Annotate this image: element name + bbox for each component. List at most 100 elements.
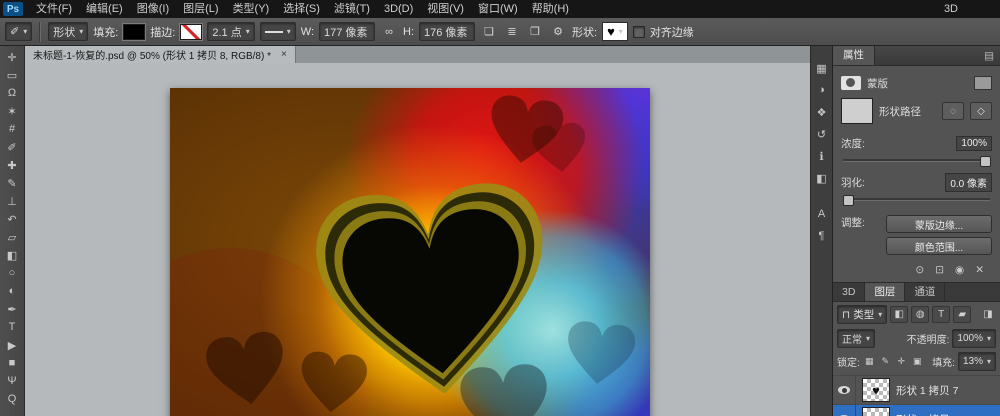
link-dimensions-icon[interactable]: ∞ xyxy=(380,23,398,40)
dodge-tool[interactable]: ◐ xyxy=(0,282,25,300)
move-tool[interactable]: ✛ xyxy=(0,48,25,66)
menu-item-select[interactable]: 选择(S) xyxy=(276,0,327,18)
density-value[interactable]: 100% xyxy=(956,136,992,151)
panel-menu-icon[interactable]: ▤ xyxy=(984,50,994,62)
layer-fill-input[interactable]: 13% ▾ xyxy=(958,352,996,371)
history-brush-tool[interactable]: ↶ xyxy=(0,210,25,228)
eyedropper-tool[interactable]: ✐ xyxy=(0,138,25,156)
clone-stamp-tool[interactable]: ⊥ xyxy=(0,192,25,210)
zoom-tool[interactable]: Q xyxy=(0,390,25,408)
styles-panel-icon[interactable]: ❖ xyxy=(813,104,830,120)
filtering-toggle-icon[interactable]: ◨ xyxy=(980,307,996,322)
document-tab[interactable]: 未标题-1-恢复的.psd @ 50% (形状 1 拷贝 8, RGB/8) *… xyxy=(25,46,296,63)
layer-thumbnail[interactable]: ♥ xyxy=(862,378,890,402)
layer-thumbnail[interactable]: ♥ xyxy=(862,407,890,416)
stroke-type-select[interactable]: ▾ xyxy=(260,22,296,41)
enable-mask-icon[interactable]: ◉ xyxy=(955,264,964,276)
align-edges-checkbox[interactable] xyxy=(633,26,645,38)
filter-shape-layers-icon[interactable]: ▰ xyxy=(953,306,971,323)
add-vector-mask-button[interactable]: ◇ xyxy=(970,102,992,120)
add-pixel-mask-button[interactable]: ◌ xyxy=(942,102,964,120)
layer-visibility-toggle[interactable] xyxy=(833,405,856,416)
workspace-switcher[interactable]: 3D xyxy=(936,3,966,15)
vector-mask-icon: ◇ xyxy=(977,106,985,117)
swatches-panel-icon[interactable]: ▦ xyxy=(813,60,830,76)
adjustments-panel-icon[interactable]: ◑ xyxy=(813,82,830,98)
character-panel-icon[interactable]: A xyxy=(813,206,830,222)
layer-row-selected[interactable]: ♥ 形状 1 拷贝 8 xyxy=(833,405,1000,416)
layer-visibility-toggle[interactable] xyxy=(833,376,856,404)
menu-item-3d[interactable]: 3D(D) xyxy=(377,0,420,18)
path-arrange-icon[interactable]: ❐ xyxy=(526,23,544,40)
path-selection-tool[interactable]: ▶ xyxy=(0,336,25,354)
lock-position-icon[interactable]: ✛ xyxy=(895,355,908,368)
menu-item-view[interactable]: 视图(V) xyxy=(420,0,471,18)
heart-shape-icon: ♥ xyxy=(607,25,615,38)
shape-height-input[interactable]: 176 像素 xyxy=(419,22,475,41)
menu-item-help[interactable]: 帮助(H) xyxy=(525,0,576,18)
stroke-color-swatch[interactable] xyxy=(180,24,202,40)
brush-tool[interactable]: ✎ xyxy=(0,174,25,192)
quick-selection-tool[interactable]: ✶ xyxy=(0,102,25,120)
filter-pixel-layers-icon[interactable]: ◧ xyxy=(890,306,908,323)
hand-tool[interactable]: Ψ xyxy=(0,372,25,390)
menu-item-filter[interactable]: 滤镜(T) xyxy=(327,0,377,18)
feather-value[interactable]: 0.0 像素 xyxy=(945,173,992,192)
paragraph-panel-icon[interactable]: ¶ xyxy=(813,228,830,244)
menu-item-layer[interactable]: 图层(L) xyxy=(176,0,225,18)
gradient-tool[interactable]: ◧ xyxy=(0,246,25,264)
tab-layers[interactable]: 图层 xyxy=(865,283,905,301)
path-alignment-icon[interactable]: ≣ xyxy=(503,23,521,40)
color-panel-icon[interactable]: ◧ xyxy=(813,170,830,186)
menu-item-file[interactable]: 文件(F) xyxy=(29,0,79,18)
tab-channels[interactable]: 通道 xyxy=(905,283,945,301)
lasso-tool[interactable]: Ω xyxy=(0,84,25,102)
close-icon[interactable]: × xyxy=(281,49,287,60)
crop-tool[interactable]: # xyxy=(0,120,25,138)
color-range-button[interactable]: 颜色范围... xyxy=(886,237,992,255)
stroke-width-select[interactable]: 2.1 点 ▾ xyxy=(207,22,254,41)
filter-adjustment-layers-icon[interactable]: ◍ xyxy=(911,306,929,323)
tab-3d[interactable]: 3D xyxy=(833,283,865,301)
opacity-input[interactable]: 100% ▾ xyxy=(952,329,996,348)
tool-preset-picker[interactable]: ✐ ▾ xyxy=(5,22,32,41)
feather-slider[interactable] xyxy=(843,194,990,205)
menu-item-edit[interactable]: 编辑(E) xyxy=(79,0,130,18)
layer-row[interactable]: ♥ 形状 1 拷贝 7 xyxy=(833,376,1000,405)
rectangular-marquee-tool[interactable]: ▭ xyxy=(0,66,25,84)
slider-knob[interactable] xyxy=(843,195,854,206)
shape-width-input[interactable]: 177 像素 xyxy=(319,22,375,41)
path-operations-icon[interactable]: ❏ xyxy=(480,23,498,40)
lock-pixels-icon[interactable]: ✎ xyxy=(879,355,892,368)
document-canvas[interactable] xyxy=(170,88,650,416)
pen-tool[interactable]: ✒ xyxy=(0,300,25,318)
load-selection-icon[interactable]: ⊙ xyxy=(915,264,924,276)
fill-color-swatch[interactable] xyxy=(123,24,145,40)
mask-thumbnail[interactable] xyxy=(841,98,873,124)
custom-shape-preview[interactable]: ♥ ▾ xyxy=(602,22,628,41)
delete-mask-icon[interactable]: ✕ xyxy=(975,264,984,276)
tab-properties[interactable]: 属性 xyxy=(833,46,875,65)
history-panel-icon[interactable]: ↺ xyxy=(813,126,830,142)
blur-tool[interactable]: ○ xyxy=(0,264,25,282)
horizontal-type-tool[interactable]: T xyxy=(0,318,25,336)
slider-knob[interactable] xyxy=(980,156,991,167)
menu-item-type[interactable]: 类型(Y) xyxy=(226,0,277,18)
lock-transparency-icon[interactable]: ▦ xyxy=(863,355,876,368)
filter-type-select[interactable]: ⊓ 类型 ▾ xyxy=(837,305,887,324)
mask-edge-button[interactable]: 蒙版边缘... xyxy=(886,215,992,233)
lock-all-icon[interactable]: ▣ xyxy=(911,355,924,368)
apply-mask-icon[interactable]: ⊡ xyxy=(935,264,944,276)
filter-type-layers-icon[interactable]: T xyxy=(932,306,950,323)
canvas-area[interactable] xyxy=(25,63,810,416)
tool-mode-select[interactable]: 形状 ▾ xyxy=(48,22,88,41)
menu-item-window[interactable]: 窗口(W) xyxy=(471,0,525,18)
density-slider[interactable] xyxy=(843,155,990,166)
rectangle-shape-tool[interactable]: ■ xyxy=(0,354,25,372)
menu-item-image[interactable]: 图像(I) xyxy=(130,0,176,18)
spot-healing-brush-tool[interactable]: ✚ xyxy=(0,156,25,174)
gear-icon[interactable]: ⚙ xyxy=(549,23,567,40)
blend-mode-select[interactable]: 正常 ▾ xyxy=(837,329,875,348)
info-panel-icon[interactable]: ℹ xyxy=(813,148,830,164)
eraser-tool[interactable]: ▱ xyxy=(0,228,25,246)
